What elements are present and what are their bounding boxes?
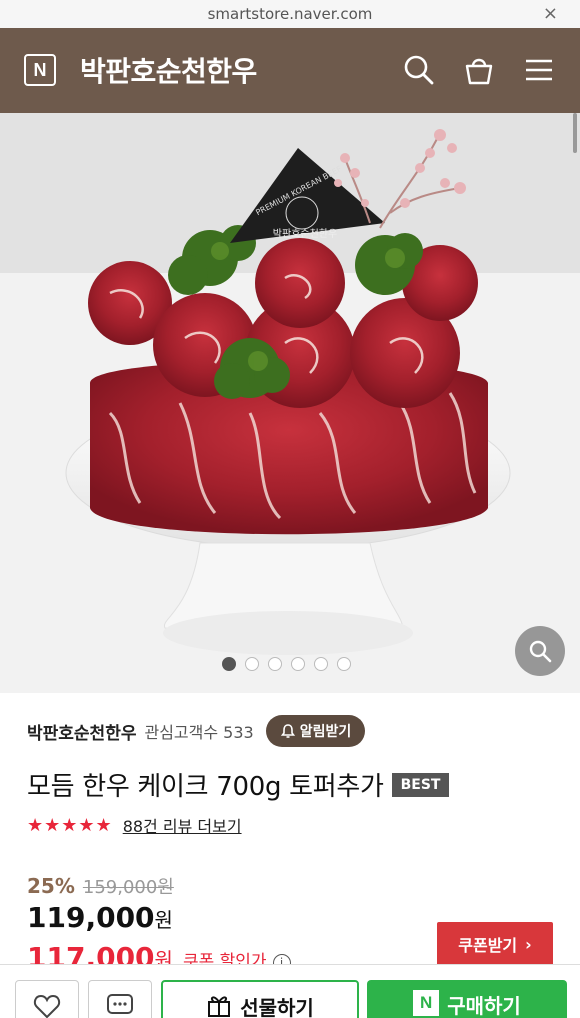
menu-icon[interactable] xyxy=(523,54,555,86)
beef-cake-illustration: PREMIUM KOREAN BEEF박판호순천한우 xyxy=(0,113,580,693)
close-icon[interactable]: × xyxy=(543,3,558,24)
store-header: N 박판호순천한우 xyxy=(0,28,580,113)
topper-brand: 박판호순천한우 xyxy=(273,228,337,240)
naver-pay-icon: N xyxy=(413,990,440,1016)
review-link[interactable]: 88건 리뷰 더보기 xyxy=(123,813,242,837)
carousel-dot[interactable] xyxy=(245,657,259,671)
carousel-dot[interactable] xyxy=(222,657,236,671)
store-title[interactable]: 박판호순천한우 xyxy=(80,50,257,90)
buy-button[interactable]: N 구매하기 xyxy=(367,980,567,1018)
carousel-indicator xyxy=(222,657,351,671)
chat-icon xyxy=(107,994,133,1014)
sale-price-unit: 원 xyxy=(154,908,173,932)
coupon-button[interactable]: 쿠폰받기 › xyxy=(437,922,553,966)
original-price: 159,000원 xyxy=(82,877,174,898)
interest-count: 관심고객수 533 xyxy=(144,723,254,742)
zoom-button[interactable] xyxy=(515,626,565,676)
alarm-button[interactable]: 알림받기 xyxy=(265,715,366,747)
discount-rate: 25% xyxy=(27,874,75,898)
bottom-action-bar: 선물하기 N 구매하기 xyxy=(0,964,580,1018)
scrollbar-thumb[interactable] xyxy=(573,113,577,153)
store-name-link[interactable]: 박판호순천한우 xyxy=(27,719,136,744)
gift-icon xyxy=(208,996,231,1017)
url-text: smartstore.naver.com xyxy=(207,5,373,23)
carousel-dot[interactable] xyxy=(268,657,282,671)
carousel-dot[interactable] xyxy=(314,657,328,671)
star-rating: ★★★★★ xyxy=(27,814,113,836)
gift-button[interactable]: 선물하기 xyxy=(161,980,359,1018)
carousel-dot[interactable] xyxy=(291,657,305,671)
zzim-heart-icon xyxy=(33,994,61,1018)
wishlist-button[interactable] xyxy=(15,980,79,1018)
best-badge: BEST xyxy=(391,772,450,797)
shopping-bag-icon[interactable] xyxy=(463,54,495,86)
gift-button-label: 선물하기 xyxy=(240,996,314,1018)
carousel-dot[interactable] xyxy=(337,657,351,671)
product-title: 모듬 한우 케이크 700g 토퍼추가 xyxy=(27,772,384,802)
bell-plus-icon xyxy=(280,724,295,738)
naver-logo-icon[interactable]: N xyxy=(24,54,56,86)
talktalk-button[interactable] xyxy=(88,980,152,1018)
chevron-right-icon: › xyxy=(525,934,532,954)
browser-url-bar[interactable]: smartstore.naver.com × xyxy=(0,0,580,28)
product-image[interactable]: PREMIUM KOREAN BEEF 박판호순천한우 xyxy=(0,113,580,693)
alarm-button-label: 알림받기 xyxy=(299,724,352,740)
coupon-button-label: 쿠폰받기 xyxy=(458,936,518,955)
zoom-icon xyxy=(529,640,552,663)
sale-price: 119,000 xyxy=(27,901,155,934)
buy-button-label: 구매하기 xyxy=(447,994,521,1018)
search-icon[interactable] xyxy=(403,54,435,86)
